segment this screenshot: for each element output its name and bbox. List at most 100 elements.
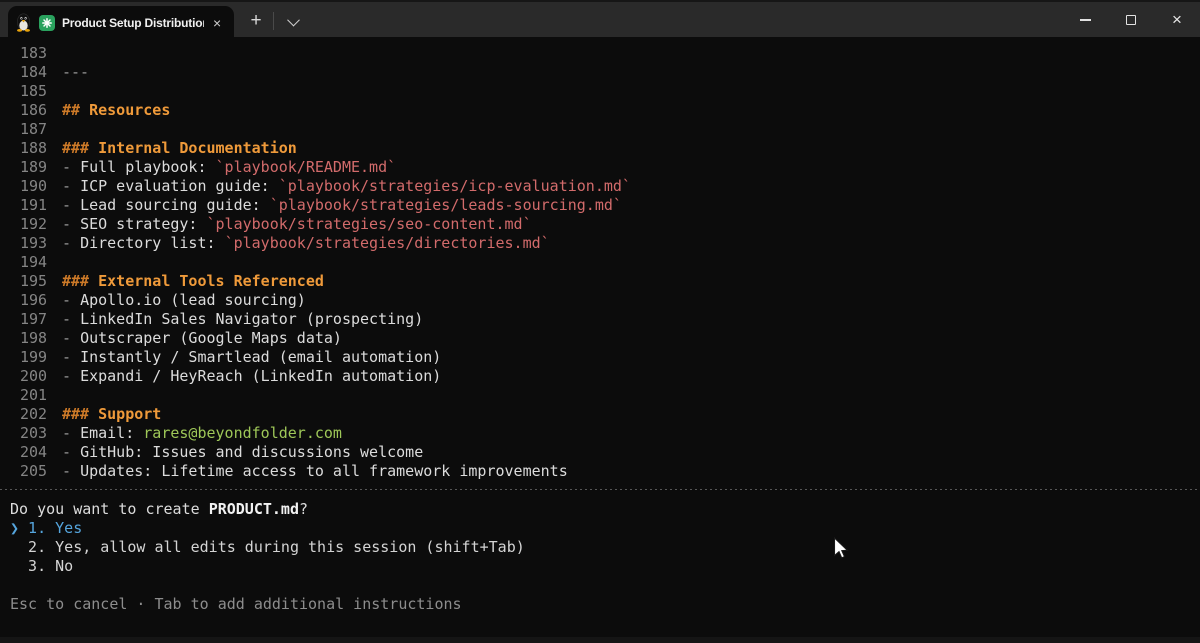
line-segment: - bbox=[62, 291, 80, 309]
terminal-line: 189- Full playbook: `playbook/README.md` bbox=[20, 158, 1200, 177]
linux-penguin-icon bbox=[15, 13, 32, 32]
line-segment: `playbook/strategies/leads-sourcing.md` bbox=[270, 196, 622, 214]
terminal-line: 197- LinkedIn Sales Navigator (prospecti… bbox=[20, 310, 1200, 329]
prompt-option[interactable]: ❯ 1. Yes bbox=[10, 519, 1200, 538]
terminal-tab[interactable]: Product Setup Distribution × bbox=[8, 6, 234, 39]
line-segment: - bbox=[62, 215, 80, 233]
claude-asterisk-icon bbox=[39, 15, 55, 31]
line-number: 194 bbox=[20, 253, 62, 272]
line-segment: External Tools Referenced bbox=[98, 272, 324, 290]
line-segment: ### bbox=[62, 272, 98, 290]
line-segment: --- bbox=[62, 63, 89, 81]
line-segment: Full playbook: bbox=[80, 158, 215, 176]
line-number: 187 bbox=[20, 120, 62, 139]
line-segment: ### bbox=[62, 405, 98, 423]
titlebar-divider bbox=[273, 12, 274, 30]
line-segment: Internal Documentation bbox=[98, 139, 297, 157]
line-segment: Updates: Lifetime access to all framewor… bbox=[80, 462, 568, 480]
line-segment: - bbox=[62, 329, 80, 347]
terminal-line: 199- Instantly / Smartlead (email automa… bbox=[20, 348, 1200, 367]
line-segment: SEO strategy: bbox=[80, 215, 206, 233]
line-segment: - bbox=[62, 158, 80, 176]
line-segment: LinkedIn Sales Navigator (prospecting) bbox=[80, 310, 423, 328]
line-number: 184 bbox=[20, 63, 62, 82]
line-segment: Email: bbox=[80, 424, 143, 442]
terminal-line: 195### External Tools Referenced bbox=[20, 272, 1200, 291]
confirmation-prompt: Do you want to create PRODUCT.md? ❯ 1. Y… bbox=[0, 490, 1200, 614]
line-number: 203 bbox=[20, 424, 62, 443]
line-number: 197 bbox=[20, 310, 62, 329]
mouse-cursor bbox=[833, 537, 849, 561]
line-number: 189 bbox=[20, 158, 62, 177]
line-number: 190 bbox=[20, 177, 62, 196]
line-number: 183 bbox=[20, 44, 62, 63]
terminal-line: 184--- bbox=[20, 63, 1200, 82]
line-segment: GitHub: Issues and discussions welcome bbox=[80, 443, 423, 461]
line-number: 186 bbox=[20, 101, 62, 120]
line-number: 202 bbox=[20, 405, 62, 424]
line-number: 199 bbox=[20, 348, 62, 367]
terminal-content: 183184---185186## Resources187188### Int… bbox=[0, 37, 1200, 614]
terminal-line: 194 bbox=[20, 253, 1200, 272]
line-segment: `playbook/strategies/directories.md` bbox=[225, 234, 550, 252]
line-segment: - bbox=[62, 196, 80, 214]
line-segment: Directory list: bbox=[80, 234, 225, 252]
close-icon: × bbox=[1172, 11, 1182, 28]
terminal-line: 186## Resources bbox=[20, 101, 1200, 120]
line-segment: Apollo.io (lead sourcing) bbox=[80, 291, 306, 309]
tab-dropdown-button[interactable] bbox=[280, 8, 306, 34]
prompt-option[interactable]: 3. No bbox=[10, 557, 1200, 576]
line-segment: ICP evaluation guide: bbox=[80, 177, 279, 195]
tab-title: Product Setup Distribution bbox=[62, 16, 204, 30]
prompt-hint: Esc to cancel · Tab to add additional in… bbox=[10, 595, 1200, 614]
line-segment: Support bbox=[98, 405, 161, 423]
terminal-line: 198- Outscraper (Google Maps data) bbox=[20, 329, 1200, 348]
titlebar: Product Setup Distribution × + × bbox=[0, 0, 1200, 37]
line-segment: Instantly / Smartlead (email automation) bbox=[80, 348, 441, 366]
line-segment: Resources bbox=[89, 101, 170, 119]
line-segment: `playbook/strategies/seo-content.md` bbox=[207, 215, 532, 233]
terminal-lines: 183184---185186## Resources187188### Int… bbox=[0, 37, 1200, 481]
line-number: 205 bbox=[20, 462, 62, 481]
line-number: 193 bbox=[20, 234, 62, 253]
line-number: 198 bbox=[20, 329, 62, 348]
minimize-button[interactable] bbox=[1062, 2, 1108, 37]
maximize-button[interactable] bbox=[1108, 2, 1154, 37]
line-segment: rares@beyondfolder.com bbox=[143, 424, 342, 442]
line-number: 204 bbox=[20, 443, 62, 462]
terminal-line: 185 bbox=[20, 82, 1200, 101]
line-segment: - bbox=[62, 424, 80, 442]
line-segment: - bbox=[62, 443, 80, 461]
terminal-window: Product Setup Distribution × + × 183184-… bbox=[0, 0, 1200, 643]
chevron-down-icon bbox=[287, 13, 300, 26]
terminal-line: 200- Expandi / HeyReach (LinkedIn automa… bbox=[20, 367, 1200, 386]
terminal-line: 201 bbox=[20, 386, 1200, 405]
line-number: 192 bbox=[20, 215, 62, 234]
terminal-line: 196- Apollo.io (lead sourcing) bbox=[20, 291, 1200, 310]
question-filename: PRODUCT.md bbox=[209, 500, 299, 518]
line-segment: - bbox=[62, 462, 80, 480]
window-bottom-edge bbox=[0, 637, 1200, 643]
tab-close-button[interactable]: × bbox=[213, 16, 221, 30]
line-number: 185 bbox=[20, 82, 62, 101]
maximize-icon bbox=[1126, 15, 1136, 25]
terminal-line: 193- Directory list: `playbook/strategie… bbox=[20, 234, 1200, 253]
line-segment: Outscraper (Google Maps data) bbox=[80, 329, 342, 347]
question-punctuation: ? bbox=[299, 500, 308, 518]
line-number: 195 bbox=[20, 272, 62, 291]
prompt-question: Do you want to create PRODUCT.md? bbox=[10, 500, 1200, 519]
line-number: 200 bbox=[20, 367, 62, 386]
terminal-line: 190- ICP evaluation guide: `playbook/str… bbox=[20, 177, 1200, 196]
terminal-line: 202### Support bbox=[20, 405, 1200, 424]
terminal-line: 205- Updates: Lifetime access to all fra… bbox=[20, 462, 1200, 481]
window-controls: × bbox=[1062, 2, 1200, 37]
line-number: 191 bbox=[20, 196, 62, 215]
line-segment: Lead sourcing guide: bbox=[80, 196, 270, 214]
terminal-line: 183 bbox=[20, 44, 1200, 63]
close-button[interactable]: × bbox=[1154, 2, 1200, 37]
new-tab-button[interactable]: + bbox=[241, 8, 271, 34]
minimize-icon bbox=[1080, 19, 1091, 21]
line-segment: `playbook/strategies/icp-evaluation.md` bbox=[279, 177, 631, 195]
prompt-option[interactable]: 2. Yes, allow all edits during this sess… bbox=[10, 538, 1200, 557]
terminal-line: 203- Email: rares@beyondfolder.com bbox=[20, 424, 1200, 443]
